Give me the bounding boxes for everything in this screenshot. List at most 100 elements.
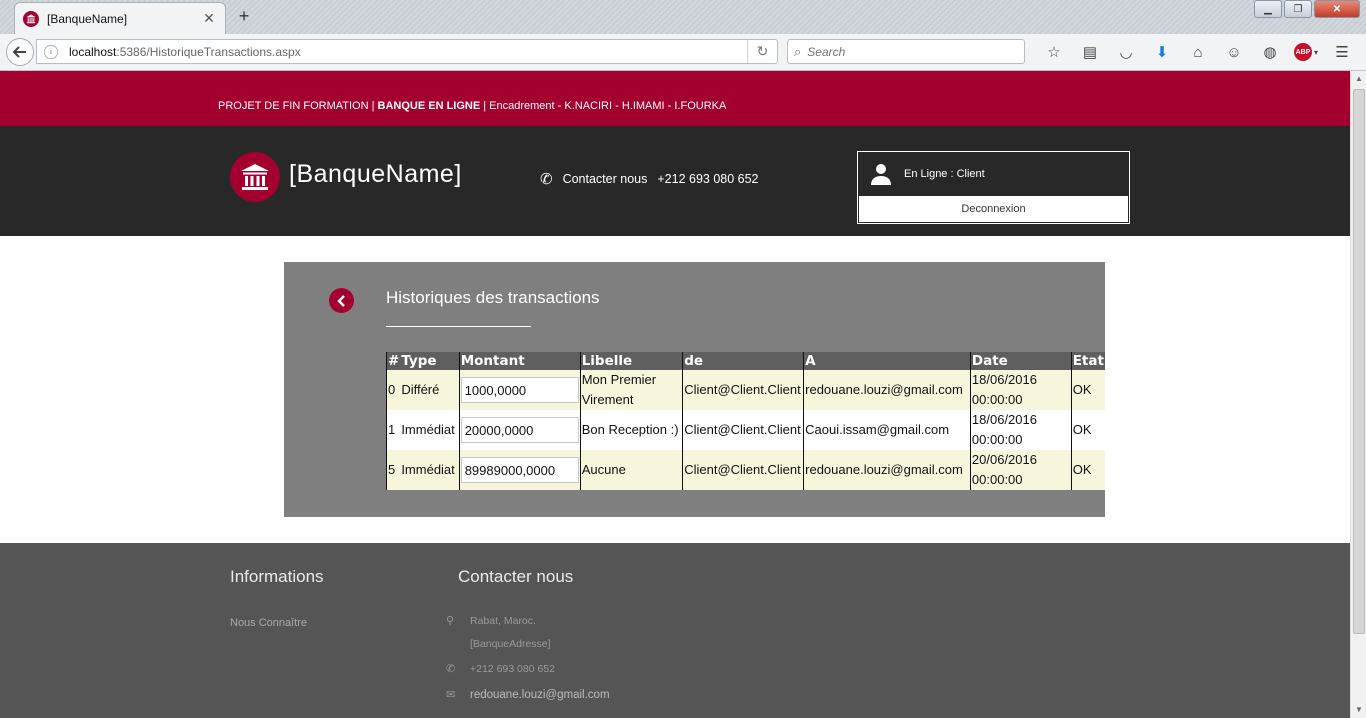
transactions-panel: Historiques des transactions # Type Mont… xyxy=(284,262,1105,517)
download-icon[interactable]: ⬇ xyxy=(1144,41,1180,63)
cell-id: 5 xyxy=(386,450,401,490)
table-row: 0 Différé Mon Premier Virement Client@Cli… xyxy=(386,370,1105,410)
cell-type: Immédiat xyxy=(400,410,460,450)
home-icon[interactable]: ⌂ xyxy=(1180,41,1216,63)
site-footer: Informations Nous Connaître Contacter no… xyxy=(0,543,1350,718)
site-header: [BanqueName] ✆ Contacter nous +212 693 0… xyxy=(0,126,1350,236)
url-text: localhost:5386/HistoriqueTransactions.as… xyxy=(69,45,747,59)
url-path: :5386/HistoriqueTransactions.aspx xyxy=(116,44,301,59)
scrollbar-thumb[interactable] xyxy=(1353,89,1365,634)
header-contact: ✆ Contacter nous +212 693 080 652 xyxy=(540,170,759,188)
url-host: localhost xyxy=(69,44,117,59)
user-status-row: En Ligne : Client xyxy=(858,152,1129,196)
footer-address: ⚲ Rabat, Maroc. xyxy=(446,614,536,628)
search-icon: ⌕ xyxy=(794,43,802,59)
date-line-1: 20/06/2016 xyxy=(971,452,1037,467)
tab-title: [BanqueName] xyxy=(47,11,128,26)
search-bar[interactable]: ⌕ xyxy=(787,39,1025,64)
date-line-2: 00:00:00 xyxy=(971,432,1023,447)
libelle-line-1: Bon Reception :) xyxy=(581,422,679,437)
new-tab-button[interactable]: + xyxy=(234,6,254,26)
user-box: En Ligne : Client Deconnexion xyxy=(857,151,1130,224)
bank-favicon-icon xyxy=(23,10,39,27)
url-bar[interactable]: i localhost:5386/HistoriqueTransactions.… xyxy=(36,39,778,64)
info-icon[interactable]: i xyxy=(44,44,58,59)
menu-icon[interactable]: ☰ xyxy=(1324,41,1360,63)
cell-montant xyxy=(458,450,581,490)
reading-list-icon[interactable]: ▤ xyxy=(1072,41,1108,63)
page-scrollbar[interactable]: ▲ ▼ xyxy=(1350,71,1366,718)
libelle-line-1: Mon Premier xyxy=(581,372,657,387)
column-header: Date xyxy=(969,352,1072,370)
pocket-icon[interactable]: ◡ xyxy=(1108,41,1144,63)
bookmark-star-icon[interactable]: ☆ xyxy=(1036,41,1072,63)
strip-text-1: PROJET DE FIN FORMATION | xyxy=(218,100,378,112)
footer-email-address[interactable]: redouane.louzi@gmail.com xyxy=(470,689,610,701)
phone-icon: ✆ xyxy=(540,171,553,188)
bank-logo-icon[interactable] xyxy=(230,152,280,202)
cell-libelle: Mon Premier Virement xyxy=(579,370,683,410)
footer-phone-number: +212 693 080 652 xyxy=(470,662,555,675)
column-header: Montant xyxy=(458,352,581,370)
address-line-1: Rabat, Maroc. xyxy=(470,614,536,627)
project-strip: PROJET DE FIN FORMATION | BANQUE EN LIGN… xyxy=(0,71,1350,126)
table-header-row: # Type Montant Libelle de A Date Etat xyxy=(386,352,1105,370)
cell-a: redouane.louzi@gmail.com xyxy=(803,370,971,410)
montant-input[interactable] xyxy=(460,457,579,483)
cell-id: 0 xyxy=(386,370,401,410)
cell-de: Client@Client.Client xyxy=(682,410,804,450)
phone-icon: ✆ xyxy=(446,663,456,675)
libelle-line-1: Aucune xyxy=(581,462,626,477)
cell-libelle: Bon Reception :) xyxy=(579,410,683,450)
reload-icon[interactable]: ↻ xyxy=(747,40,777,63)
table-row: 5 Immédiat Aucune Client@Client.Client r… xyxy=(386,450,1105,490)
adblock-icon[interactable]: ABP ▾ xyxy=(1288,41,1324,63)
cell-etat: OK xyxy=(1070,370,1105,410)
search-input[interactable] xyxy=(807,44,1008,59)
montant-input[interactable] xyxy=(460,417,579,443)
back-button[interactable] xyxy=(6,38,34,66)
strip-text-bold: BANQUE EN LIGNE xyxy=(377,100,481,112)
cell-a: redouane.louzi@gmail.com xyxy=(803,450,971,490)
globe-icon[interactable]: ◍ xyxy=(1252,41,1288,63)
close-tab-icon[interactable]: ✕ xyxy=(201,10,217,27)
date-line-1: 18/06/2016 xyxy=(971,372,1037,387)
nous-connaitre-link[interactable]: Nous Connaître xyxy=(230,617,307,629)
envelope-icon: ✉ xyxy=(446,689,456,701)
title-underline xyxy=(386,326,531,327)
chevron-left-icon xyxy=(336,294,345,307)
cell-type: Immédiat xyxy=(400,450,460,490)
footer-informations-title: Informations xyxy=(230,567,324,586)
cell-libelle: Aucune xyxy=(579,450,683,490)
page-title: Historiques des transactions xyxy=(386,288,600,307)
user-icon xyxy=(871,164,891,185)
minimize-button[interactable]: ▁ xyxy=(1254,0,1282,18)
date-line-2: 00:00:00 xyxy=(971,392,1023,407)
column-header: Libelle xyxy=(579,352,683,370)
column-header: de xyxy=(682,352,804,370)
cell-a: Caoui.issam@gmail.com xyxy=(803,410,971,450)
user-status: En Ligne : Client xyxy=(904,168,985,180)
close-window-button[interactable]: ✕ xyxy=(1314,0,1360,18)
montant-input[interactable] xyxy=(460,377,579,403)
maximize-button[interactable]: ❐ xyxy=(1284,0,1312,18)
back-arrow-button[interactable] xyxy=(329,288,354,313)
cell-de: Client@Client.Client xyxy=(682,450,804,490)
chat-icon[interactable]: ☺ xyxy=(1216,41,1252,63)
browser-navbar: i localhost:5386/HistoriqueTransactions.… xyxy=(0,34,1366,71)
logout-button[interactable]: Deconnexion xyxy=(859,196,1128,222)
cell-montant xyxy=(458,370,581,410)
browser-toolbar: ☆ ▤ ◡ ⬇ ⌂ ☺ ◍ ABP ▾ ☰ xyxy=(1036,41,1360,63)
date-line-2: 00:00:00 xyxy=(971,472,1023,487)
cell-date: 20/06/2016 00:00:00 xyxy=(969,450,1072,490)
scroll-down-icon[interactable]: ▼ xyxy=(1351,702,1366,718)
cell-date: 18/06/2016 00:00:00 xyxy=(969,410,1072,450)
contact-label: Contacter nous xyxy=(562,172,648,186)
window-controls: ▁ ❐ ✕ xyxy=(1254,0,1360,18)
scroll-up-icon[interactable]: ▲ xyxy=(1351,71,1366,87)
cell-date: 18/06/2016 00:00:00 xyxy=(969,370,1072,410)
address-line-2: [BanqueAdresse] xyxy=(470,638,551,650)
browser-tab[interactable]: [BanqueName] ✕ xyxy=(14,2,226,34)
footer-phone: ✆ +212 693 080 652 xyxy=(446,662,555,676)
brand-name[interactable]: [BanqueName] xyxy=(289,160,462,189)
